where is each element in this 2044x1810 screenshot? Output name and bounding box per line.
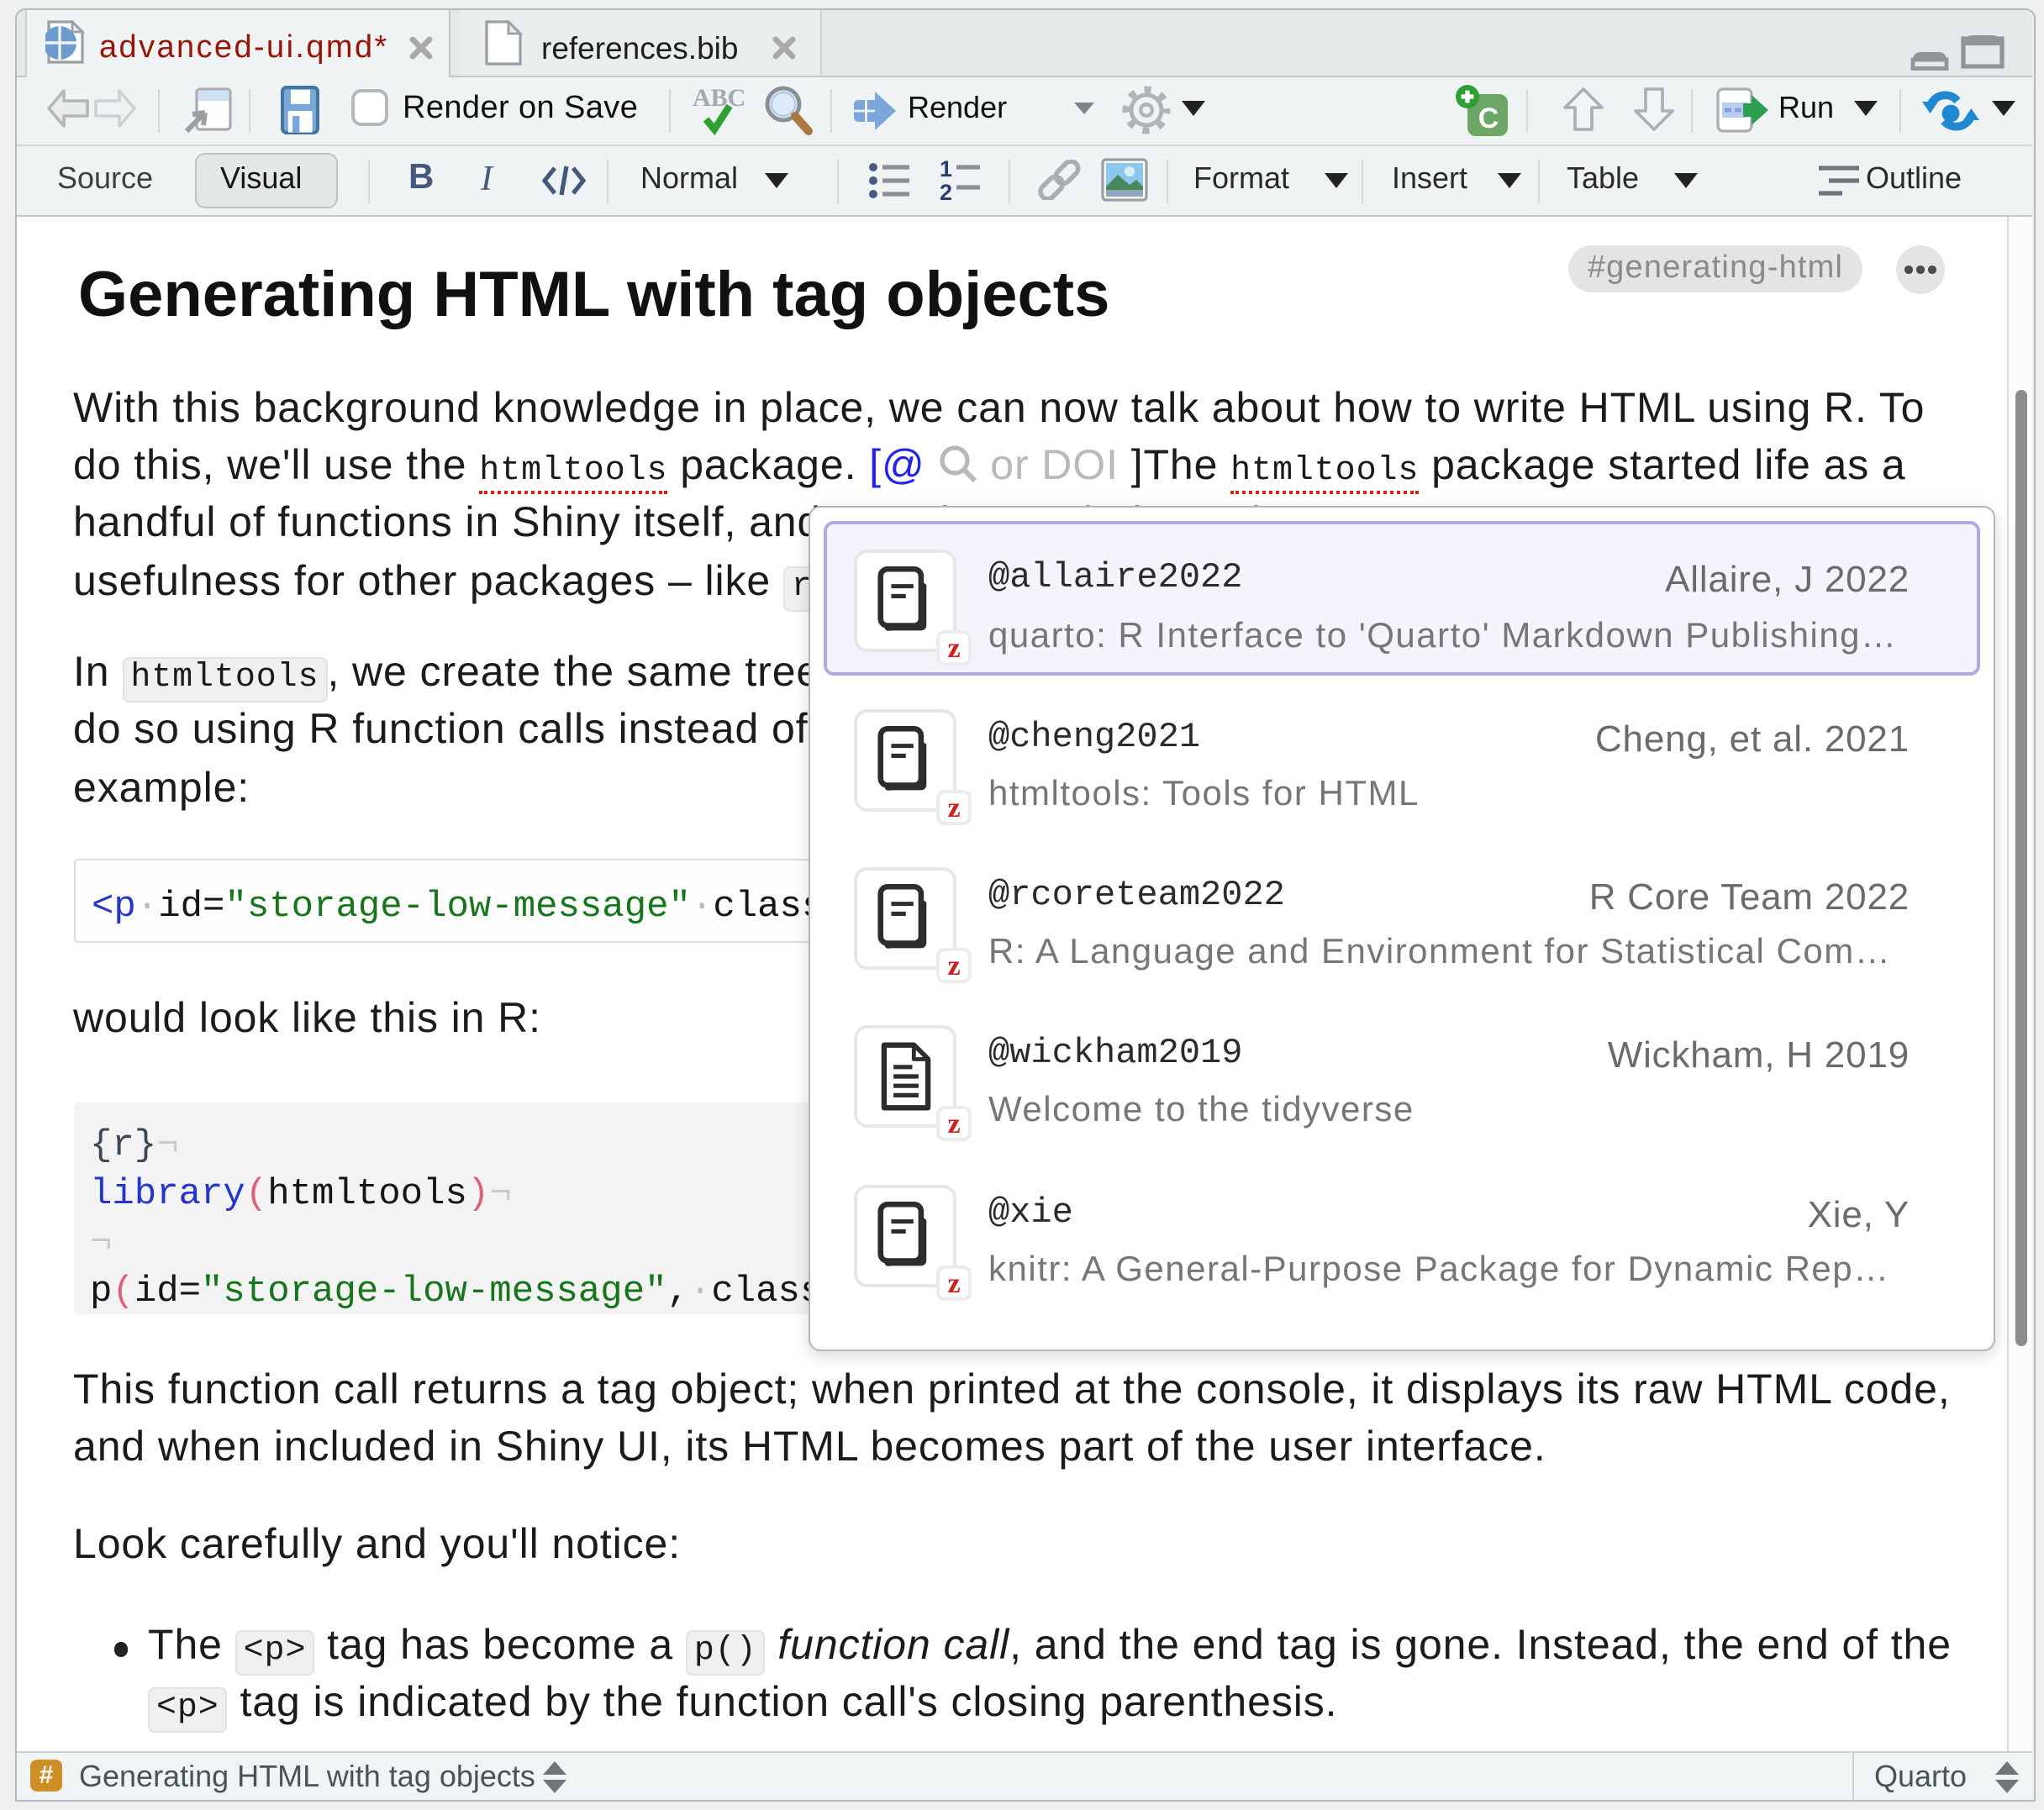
svg-text:C: C — [1478, 103, 1499, 134]
svg-text:1: 1 — [940, 160, 952, 182]
svg-text:2: 2 — [940, 180, 952, 202]
svg-text:ABC: ABC — [693, 84, 745, 112]
